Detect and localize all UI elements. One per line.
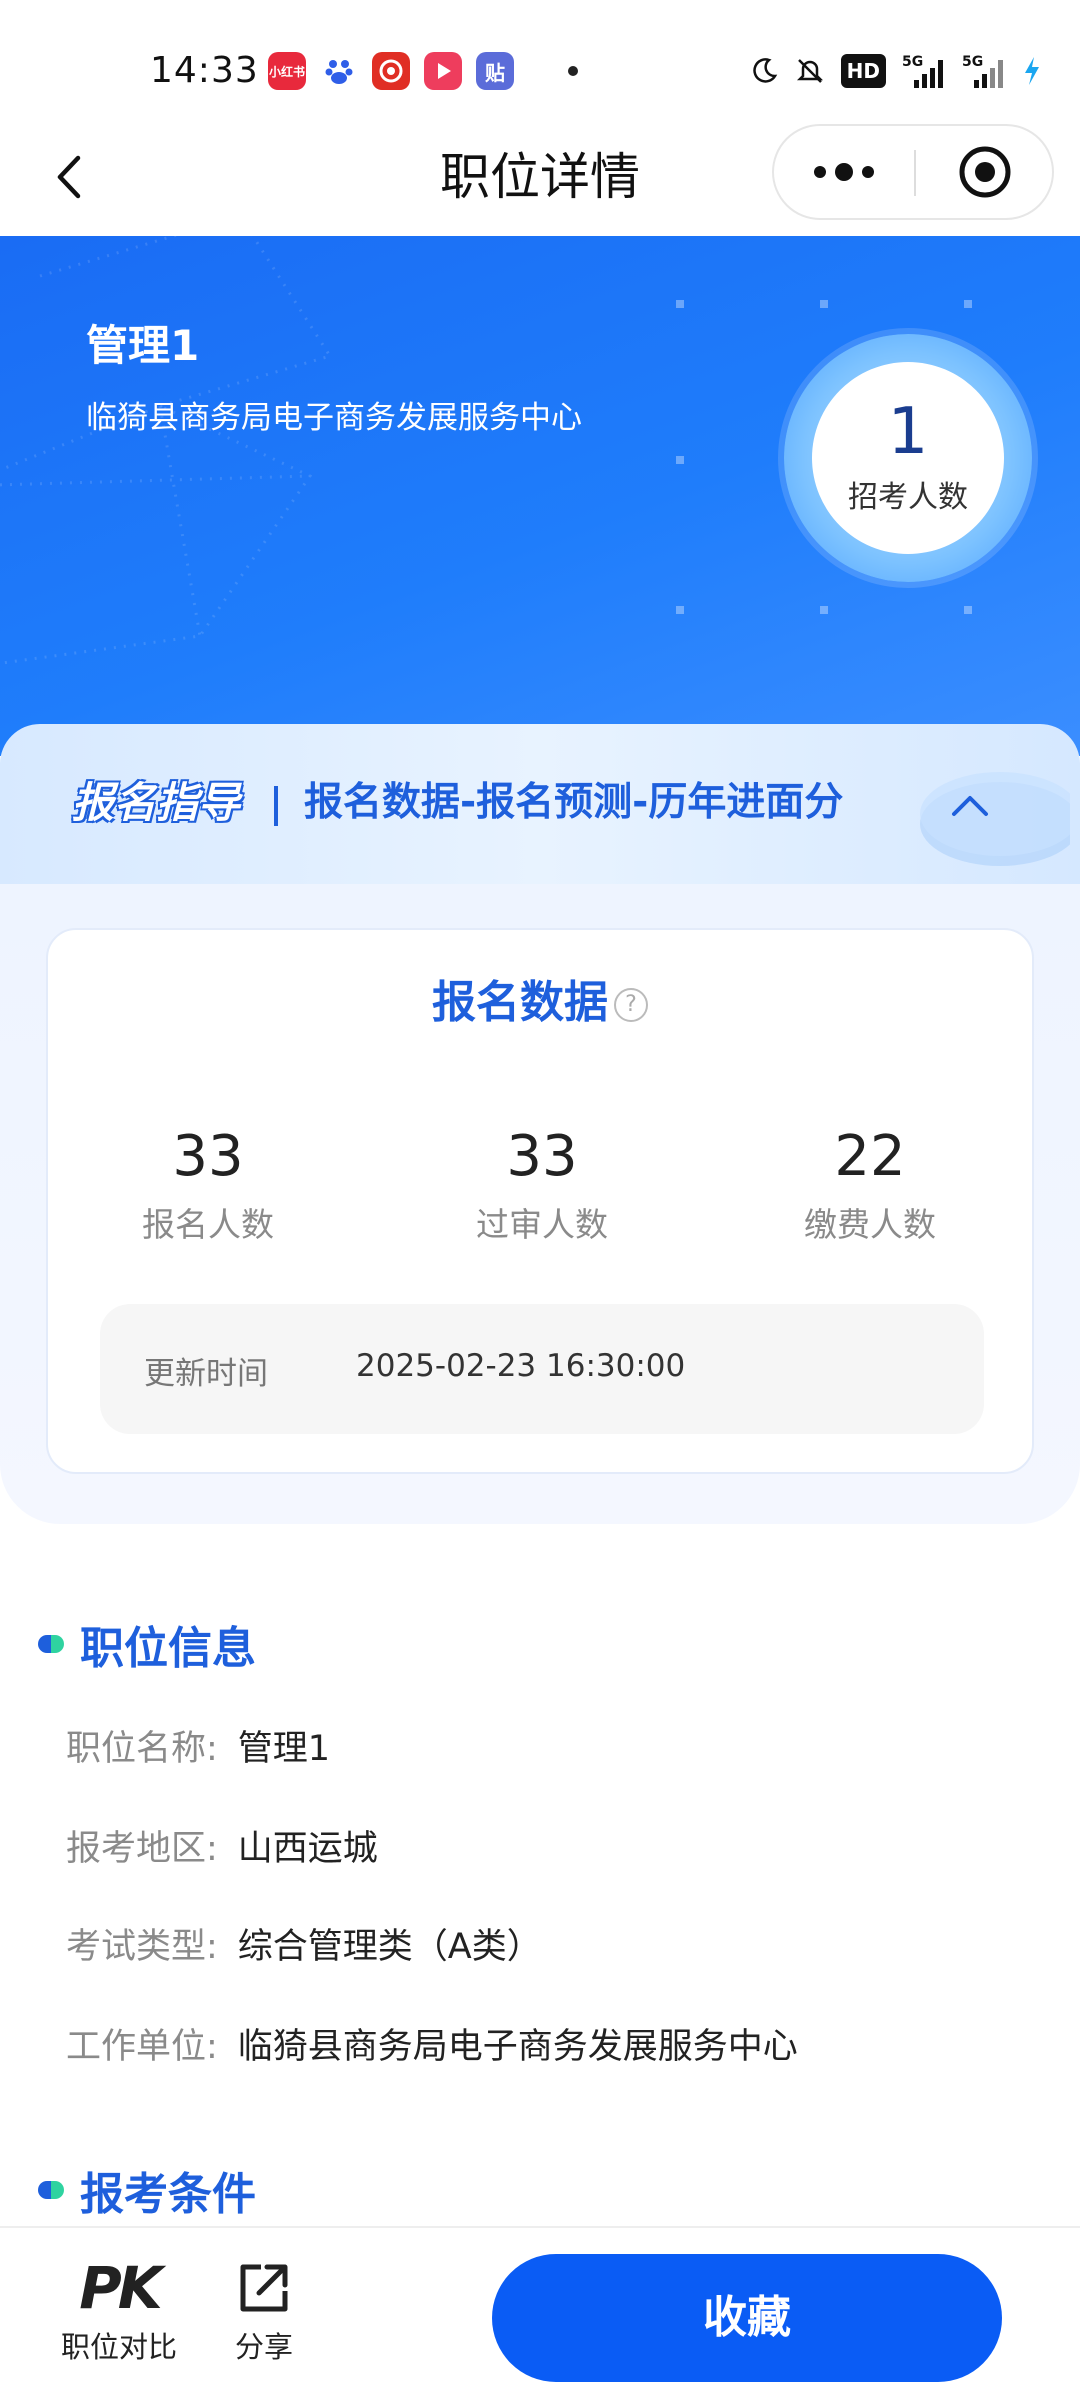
more-options-button[interactable] xyxy=(774,126,914,218)
registration-guide-banner[interactable]: 报名指导 报名数据-报名预测-历年进面分 xyxy=(0,724,1080,884)
more-dots-icon xyxy=(814,163,874,181)
pk-icon: PK xyxy=(79,2254,162,2322)
stat-value: 33 xyxy=(172,1124,244,1189)
guide-links: 报名数据-报名预测-历年进面分 xyxy=(304,780,844,825)
section-conditions: 报考条件 xyxy=(38,2158,266,2222)
video-play-icon xyxy=(424,52,462,90)
guide-divider xyxy=(274,786,278,826)
svg-text:5G: 5G xyxy=(962,54,983,70)
info-value: 综合管理类（A类） xyxy=(237,1927,542,1967)
help-icon[interactable]: ? xyxy=(614,988,648,1022)
tieba-icon: 贴 xyxy=(476,52,514,90)
info-key: 报考地区: xyxy=(66,1829,218,1869)
info-value: 临猗县商务局电子商务发展服务中心 xyxy=(237,2027,798,2067)
registration-data-title: 报名数据? xyxy=(48,966,1032,1030)
close-miniprogram-button[interactable] xyxy=(916,126,1054,218)
chevron-up-icon xyxy=(952,796,988,816)
title-bar: 职位详情 xyxy=(0,120,1080,236)
signal-5g-icon-2: 5G xyxy=(962,52,1006,90)
stat-applicants: 33 报名人数 xyxy=(58,1122,358,1246)
share-label: 分享 xyxy=(234,2330,293,2364)
section-position-info: 职位信息 xyxy=(38,1612,266,1676)
section-title: 报考条件 xyxy=(80,2158,266,2222)
info-row-position-name: 职位名称: 管理1 xyxy=(66,1724,330,1774)
notification-icons: 小红书 贴 xyxy=(268,52,578,90)
compare-button[interactable]: PK 职位对比 xyxy=(56,2254,182,2366)
info-row-region: 报考地区: 山西运城 xyxy=(66,1824,378,1874)
stat-label: 过审人数 xyxy=(476,1205,608,1244)
stat-approved: 33 过审人数 xyxy=(392,1122,692,1246)
info-row-employer: 工作单位: 临猗县商务局电子商务发展服务中心 xyxy=(66,2022,798,2072)
recruit-count-badge: 1 招考人数 xyxy=(784,334,1032,582)
target-close-icon xyxy=(959,146,1011,198)
update-time-value: 2025-02-23 16:30:00 xyxy=(356,1348,686,1384)
stat-paid: 22 缴费人数 xyxy=(720,1122,1020,1246)
share-button[interactable]: 分享 xyxy=(222,2256,306,2366)
registration-data-title-text: 报名数据 xyxy=(432,977,608,1028)
more-notifications-dot xyxy=(568,66,578,76)
collapse-button[interactable] xyxy=(940,780,1000,830)
stat-value: 22 xyxy=(834,1124,906,1189)
system-indicators: HD 5G 5G xyxy=(749,52,1042,90)
update-time-label: 更新时间 xyxy=(144,1356,268,1392)
favorite-button[interactable]: 收藏 xyxy=(492,2254,1002,2382)
pinduoduo-icon xyxy=(372,52,410,90)
info-value: 山西运城 xyxy=(237,1829,378,1869)
baidu-icon xyxy=(320,52,358,90)
info-key: 职位名称: xyxy=(66,1729,218,1769)
moon-icon xyxy=(749,52,779,90)
compare-label: 职位对比 xyxy=(60,2330,177,2364)
info-key: 考试类型: xyxy=(66,1927,218,1967)
stat-label: 报名人数 xyxy=(142,1205,274,1244)
section-title: 职位信息 xyxy=(80,1612,266,1676)
xiaohongshu-icon: 小红书 xyxy=(268,52,306,90)
share-icon xyxy=(240,2264,288,2312)
hd-icon: HD xyxy=(840,54,886,88)
update-time-box: 更新时间 2025-02-23 16:30:00 xyxy=(100,1304,984,1434)
section-marker-icon xyxy=(38,1635,64,1653)
info-row-exam-type: 考试类型: 综合管理类（A类） xyxy=(66,1922,542,1972)
recruit-count-value: 1 xyxy=(887,395,929,469)
section-marker-icon xyxy=(38,2181,64,2199)
mute-icon xyxy=(795,52,825,90)
svg-text:5G: 5G xyxy=(902,54,923,70)
registration-data-card: 报名数据? 33 报名人数 33 过审人数 22 缴费人数 更新时间 2025-… xyxy=(46,928,1034,1474)
info-key: 工作单位: xyxy=(66,2027,218,2067)
miniprogram-capsule xyxy=(772,124,1054,220)
position-hero: 管理1 临猗县商务局电子商务发展服务中心 1 招考人数 xyxy=(0,236,1080,756)
info-value: 管理1 xyxy=(237,1729,331,1769)
stat-value: 33 xyxy=(506,1124,578,1189)
signal-5g-icon: 5G xyxy=(902,52,946,90)
recruit-count-circle: 1 招考人数 xyxy=(812,362,1004,554)
guide-tag: 报名指导 xyxy=(72,778,241,827)
bottom-action-bar: PK 职位对比 分享 收藏 xyxy=(0,2226,1080,2400)
recruit-count-label: 招考人数 xyxy=(848,480,968,515)
position-name: 管理1 xyxy=(86,321,200,370)
charging-icon xyxy=(1022,52,1042,90)
employer-name: 临猗县商务局电子商务发展服务中心 xyxy=(86,400,582,436)
status-time: 14:33 xyxy=(150,50,259,91)
stat-label: 缴费人数 xyxy=(804,1205,936,1244)
status-bar: 14:33 小红书 贴 HD 5G 5G xyxy=(0,0,1080,140)
